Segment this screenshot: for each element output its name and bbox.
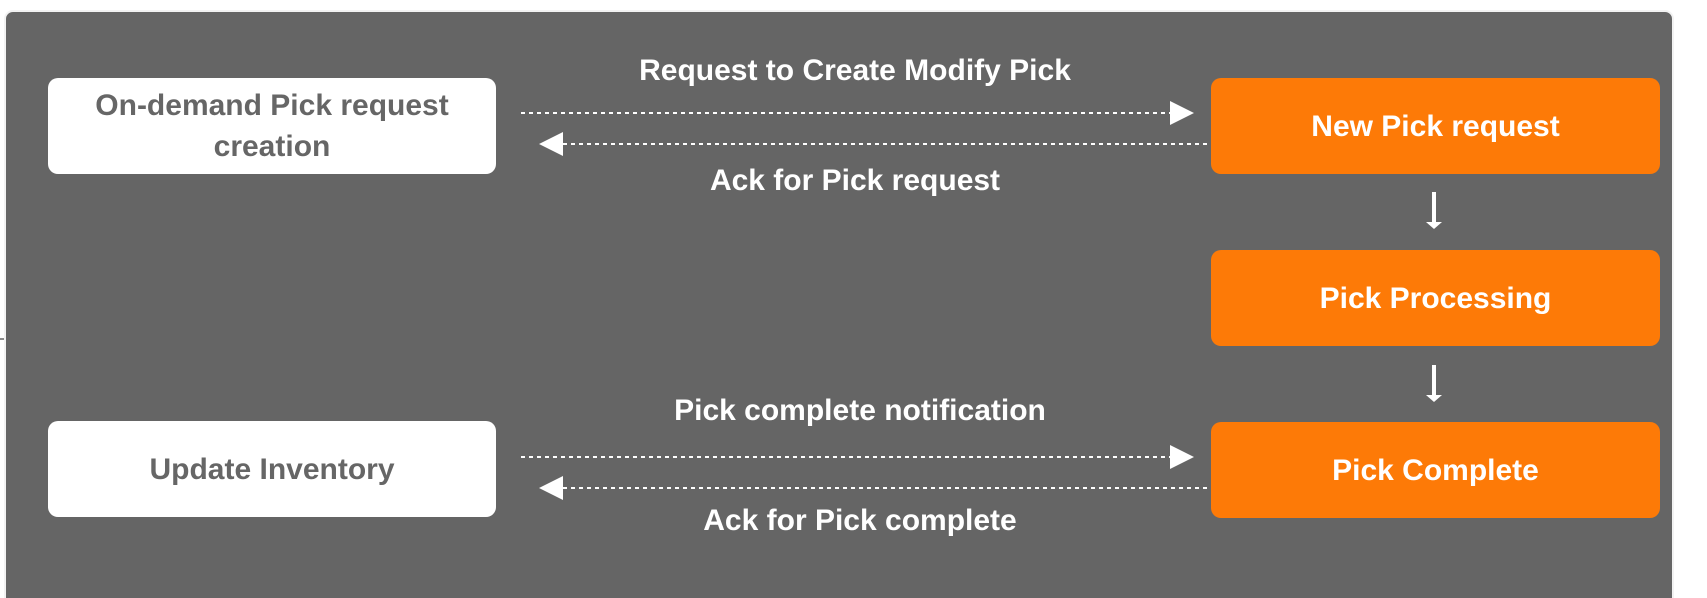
diagram-canvas: On-demand Pick request creation Update I… [0,0,1707,598]
ack-request-message-label: Ack for Pick request [709,164,1001,197]
complete-notification-label: Pick complete notification [674,394,1046,427]
update-inventory-box: Update Inventory [48,421,496,517]
on-demand-pick-box: On-demand Pick request creation [48,78,496,174]
pick-processing-box: Pick Processing [1211,250,1660,346]
request-message-label: Request to Create Modify Pick [639,54,1071,87]
new-pick-request-box: New Pick request [1211,78,1660,174]
ack-complete-message-label: Ack for Pick complete [703,504,1017,537]
pick-complete-box: Pick Complete [1211,422,1660,518]
